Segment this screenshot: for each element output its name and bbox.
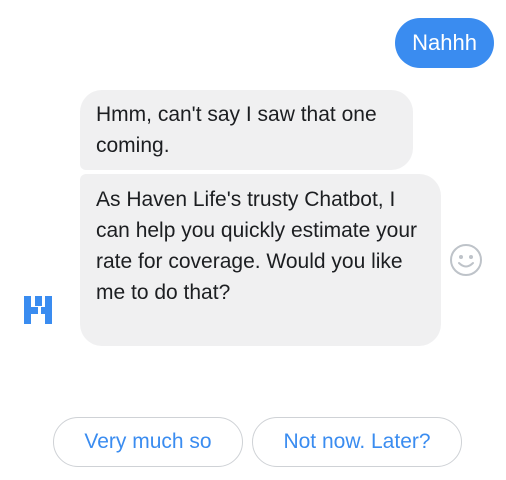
haven-life-logo bbox=[24, 296, 52, 324]
bot-message-bubble: As Haven Life's trusty Chatbot, I can he… bbox=[80, 174, 441, 346]
smiley-face-icon[interactable] bbox=[449, 243, 483, 277]
quick-reply-very-much-so[interactable]: Very much so bbox=[53, 417, 243, 467]
quick-reply-not-now-later[interactable]: Not now. Later? bbox=[252, 417, 462, 467]
user-message-bubble: Nahhh bbox=[395, 18, 494, 68]
bot-message-bubble: Hmm, can't say I saw that one coming. bbox=[80, 90, 413, 170]
